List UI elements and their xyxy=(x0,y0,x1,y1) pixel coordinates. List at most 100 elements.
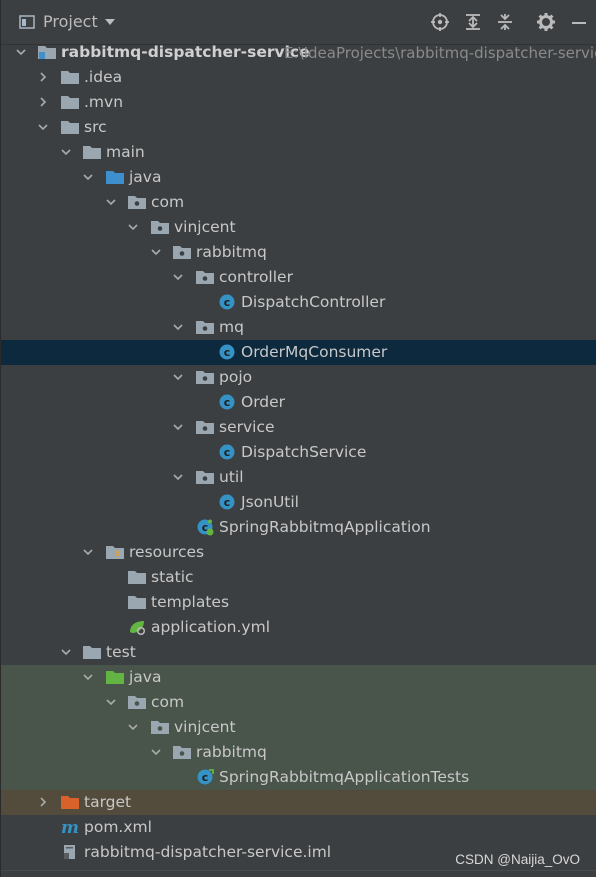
tree-row-pom[interactable]: m pom.xml xyxy=(1,815,596,840)
tree-row-vinjcent-test[interactable]: vinjcent xyxy=(1,715,596,740)
tree-item-label: util xyxy=(219,468,244,486)
tree-row-com-main[interactable]: com xyxy=(1,190,596,215)
tree-row-spring-app[interactable]: c SpringRabbitmqApplication xyxy=(1,515,596,540)
tree-root-label: rabbitmq-dispatcher-service xyxy=(61,43,310,61)
tree-row-spring-app-tests[interactable]: c SpringRabbitmqApplicationTests xyxy=(1,765,596,790)
tree-row-order[interactable]: c Order xyxy=(1,390,596,415)
class-icon: c xyxy=(219,394,235,410)
module-file-icon xyxy=(64,845,75,859)
folder-icon xyxy=(61,121,79,134)
tree-item-label: SpringRabbitmqApplication xyxy=(219,518,431,536)
chevron-down-icon[interactable] xyxy=(172,371,184,383)
chevron-down-icon[interactable] xyxy=(60,146,72,158)
tree-row-controller[interactable]: controller xyxy=(1,265,596,290)
source-folder-icon xyxy=(106,171,124,184)
package-icon xyxy=(128,196,146,209)
package-icon xyxy=(196,421,214,434)
tree-item-label: main xyxy=(106,143,145,161)
tree-row-pojo[interactable]: pojo xyxy=(1,365,596,390)
package-icon xyxy=(196,271,214,284)
tree-item-label: target xyxy=(84,793,132,811)
chevron-down-icon[interactable] xyxy=(37,121,49,133)
tree-item-label: static xyxy=(151,568,194,586)
chevron-down-icon[interactable] xyxy=(127,221,139,233)
tree-item-label: java xyxy=(129,668,162,686)
tree-row-target[interactable]: target xyxy=(1,790,596,815)
chevron-down-icon[interactable] xyxy=(172,271,184,283)
chevron-down-icon[interactable] xyxy=(103,16,117,28)
tree-row-rabbitmq-main[interactable]: rabbitmq xyxy=(1,240,596,265)
project-view-title[interactable]: Project xyxy=(43,12,98,32)
chevron-right-icon[interactable] xyxy=(37,96,49,108)
package-icon xyxy=(151,721,169,734)
chevron-down-icon[interactable] xyxy=(105,696,117,708)
tree-item-label: vinjcent xyxy=(174,218,236,236)
tree-item-label: .mvn xyxy=(84,93,124,111)
tree-row-util[interactable]: util xyxy=(1,465,596,490)
collapse-all-icon[interactable] xyxy=(495,12,515,32)
tree-row-vinjcent-main[interactable]: vinjcent xyxy=(1,215,596,240)
tree-row-java-test[interactable]: java xyxy=(1,665,596,690)
tree-row-dispatch-service[interactable]: c DispatchService xyxy=(1,440,596,465)
tree-row-com-test[interactable]: com xyxy=(1,690,596,715)
tree-row-idea[interactable]: .idea xyxy=(1,65,596,90)
tree-row-main[interactable]: main xyxy=(1,140,596,165)
tree-item-label: test xyxy=(106,643,136,661)
tree-row-mq[interactable]: mq xyxy=(1,315,596,340)
svg-text:c: c xyxy=(224,446,231,459)
chevron-down-icon[interactable] xyxy=(82,671,94,683)
svg-text:c: c xyxy=(224,396,231,409)
tree-row-resources[interactable]: resources xyxy=(1,540,596,565)
tree-row-rabbitmq-test[interactable]: rabbitmq xyxy=(1,740,596,765)
tree-item-label: com xyxy=(151,693,185,711)
tree-row-service[interactable]: service xyxy=(1,415,596,440)
tree-row-templates[interactable]: templates xyxy=(1,590,596,615)
chevron-right-icon[interactable] xyxy=(37,796,49,808)
chevron-down-icon[interactable] xyxy=(105,196,117,208)
tree-row-json-util[interactable]: c JsonUtil xyxy=(1,490,596,515)
class-icon: c xyxy=(219,344,235,360)
tree-item-label: DispatchController xyxy=(241,293,386,311)
chevron-down-icon[interactable] xyxy=(15,46,27,58)
tree-item-label: application.yml xyxy=(151,618,271,636)
chevron-down-icon[interactable] xyxy=(82,546,94,558)
folder-icon xyxy=(128,596,146,609)
chevron-down-icon[interactable] xyxy=(82,171,94,183)
watermark: CSDN @Naijia_OvO xyxy=(455,852,580,867)
tree-row-dispatch-controller[interactable]: c DispatchController xyxy=(1,290,596,315)
chevron-down-icon[interactable] xyxy=(150,246,162,258)
tree-item-label: Order xyxy=(241,393,286,411)
chevron-down-icon[interactable] xyxy=(127,721,139,733)
locate-icon[interactable] xyxy=(430,12,450,32)
chevron-down-icon[interactable] xyxy=(172,471,184,483)
tree-row-static[interactable]: static xyxy=(1,565,596,590)
tree-row-src[interactable]: src xyxy=(1,115,596,140)
tree-row-root[interactable]: rabbitmq-dispatcher-service E:\IdeaProje… xyxy=(1,40,596,65)
class-icon: c xyxy=(219,294,235,310)
tree-item-label: com xyxy=(151,193,185,211)
tree-row-order-mq-consumer[interactable]: c OrderMqConsumer xyxy=(1,340,596,365)
tree-row-application-yml[interactable]: application.yml xyxy=(1,615,596,640)
chevron-down-icon[interactable] xyxy=(172,321,184,333)
package-icon xyxy=(151,221,169,234)
tree-row-java-main[interactable]: java xyxy=(1,165,596,190)
tree-item-label: templates xyxy=(151,593,230,611)
package-icon xyxy=(128,696,146,709)
tree-row-mvn[interactable]: .mvn xyxy=(1,90,596,115)
excluded-folder-icon xyxy=(61,796,79,809)
tree-root-path: E:\IdeaProjects\rabbitmq-dispatcher-serv… xyxy=(284,44,596,62)
spring-boot-class-icon: c xyxy=(197,519,214,536)
tree-item-label: .idea xyxy=(84,68,123,86)
chevron-down-icon[interactable] xyxy=(60,646,72,658)
svg-text:c: c xyxy=(202,771,209,784)
chevron-down-icon[interactable] xyxy=(150,746,162,758)
folder-icon xyxy=(61,96,79,109)
expand-all-icon[interactable] xyxy=(463,12,483,32)
tree-item-label: service xyxy=(219,418,275,436)
folder-icon xyxy=(61,71,79,84)
tree-row-test[interactable]: test xyxy=(1,640,596,665)
hide-icon[interactable] xyxy=(569,12,589,32)
chevron-right-icon[interactable] xyxy=(37,71,49,83)
gear-icon[interactable] xyxy=(536,12,556,32)
chevron-down-icon[interactable] xyxy=(172,421,184,433)
